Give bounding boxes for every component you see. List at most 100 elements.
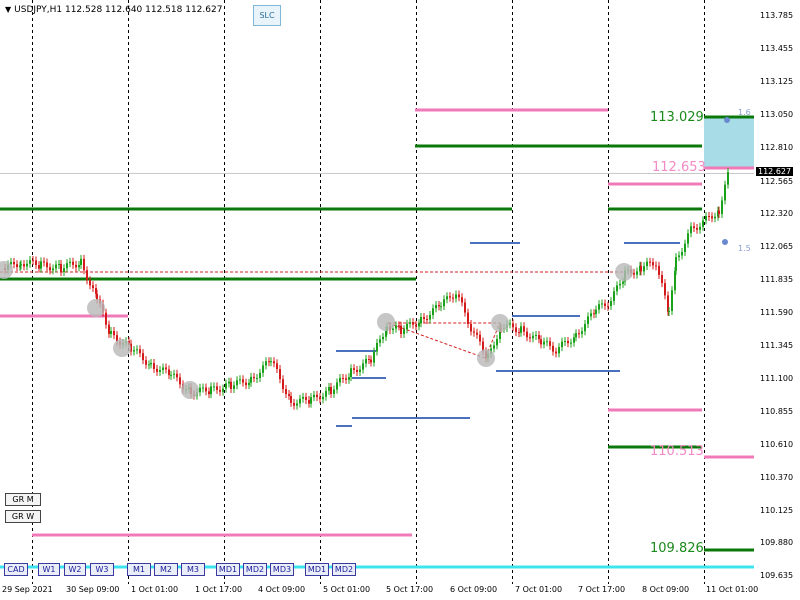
signal-circle (615, 263, 633, 281)
time-tick: 4 Oct 09:00 (258, 585, 306, 594)
candle-body (330, 387, 332, 394)
candle-body (467, 312, 469, 324)
candle-body (365, 359, 367, 364)
candle-body (403, 329, 405, 334)
candle-body (256, 377, 258, 379)
chart-canvas[interactable] (0, 0, 754, 584)
signal-circle (377, 313, 395, 331)
candle-body (350, 368, 352, 378)
tf-button-cad[interactable]: CAD (4, 563, 28, 576)
time-tick: 1 Oct 01:00 (131, 585, 179, 594)
tf-button-md2-b[interactable]: MD2 (332, 563, 356, 576)
price-tick: 112.810 (760, 143, 794, 152)
tf-button-m3[interactable]: M3 (181, 563, 205, 576)
candle-body (520, 326, 522, 333)
tf-button-w2[interactable]: W2 (64, 563, 86, 576)
candle-body (253, 376, 255, 379)
candle-body (302, 396, 304, 399)
candle-body (652, 262, 654, 266)
candle-body (476, 332, 478, 335)
candle-body (282, 379, 284, 390)
candle-body (604, 303, 606, 306)
candle-body (310, 397, 312, 404)
candle-body (552, 345, 554, 352)
candle-body (379, 339, 381, 343)
tf-button-m2[interactable]: M2 (154, 563, 178, 576)
candle-body (518, 332, 520, 334)
symbol-title: ▼ USDJPY,H1 112.528 112.640 112.518 112.6… (5, 5, 222, 15)
price-tick: 110.125 (760, 506, 794, 515)
candle-body (75, 264, 77, 268)
indicator-lines (0, 108, 754, 569)
time-axis[interactable]: 29 Sep 2021 30 Sep 09:00 1 Oct 01:00 1 O… (0, 584, 800, 600)
candle-body (664, 283, 666, 296)
candle-body (561, 341, 563, 348)
signal-circle (491, 314, 509, 332)
price-tick: 113.455 (760, 44, 794, 53)
candle-body (446, 296, 448, 300)
candle-body (693, 226, 695, 228)
candle-body (711, 216, 713, 219)
candle-body (153, 362, 155, 369)
candle-body (435, 304, 437, 309)
slc-button[interactable]: SLC (253, 5, 281, 26)
candle-body (208, 391, 210, 395)
signal-circle (477, 349, 495, 367)
signal-circle (181, 381, 199, 399)
candle-body (66, 263, 68, 269)
candle-body (432, 308, 434, 315)
time-tick: 8 Oct 09:00 (642, 585, 690, 594)
time-tick: 5 Oct 17:00 (386, 585, 434, 594)
candle-body (69, 261, 71, 264)
chart-plot-area[interactable]: ▼ USDJPY,H1 112.528 112.640 112.518 112.6… (0, 0, 754, 584)
candle-body (60, 263, 62, 272)
candle-body (279, 369, 281, 380)
side-label-1-6: 1.6 (738, 108, 751, 117)
candle-body (89, 280, 91, 286)
candle-body (395, 325, 397, 329)
candle-body (555, 351, 557, 354)
candle-body (714, 216, 716, 219)
candle-body (248, 382, 250, 386)
candle-body (108, 324, 110, 334)
tf-button-m1[interactable]: M1 (127, 563, 151, 576)
price-tick: 111.345 (760, 341, 794, 350)
gr-w-button[interactable]: GR W (5, 510, 41, 523)
gr-m-button[interactable]: GR M (5, 493, 41, 506)
candle-body (83, 258, 85, 271)
candle-body (529, 337, 531, 339)
candle-body (406, 323, 408, 330)
signal-circle (113, 339, 131, 357)
candle-body (49, 267, 51, 271)
candle-body (133, 350, 135, 352)
candle-body (464, 302, 466, 313)
tf-button-w1[interactable]: W1 (38, 563, 60, 576)
tf-button-md1[interactable]: MD1 (216, 563, 240, 576)
price-axis[interactable]: 113.785 113.455 113.125 113.050 112.810 … (754, 0, 800, 584)
candle-body (708, 216, 710, 218)
candle-body (322, 396, 324, 400)
candle-body (150, 362, 152, 365)
candle-body (35, 260, 37, 266)
candle-body (619, 283, 621, 286)
price-tick: 113.050 (760, 110, 794, 119)
candle-body (239, 379, 241, 381)
candle-body (276, 363, 278, 370)
candle-body (649, 261, 651, 263)
tf-button-md3[interactable]: MD3 (270, 563, 294, 576)
candle-body (373, 351, 375, 363)
candle-body (113, 331, 115, 336)
tf-button-md2[interactable]: MD2 (243, 563, 267, 576)
tf-button-md1-b[interactable]: MD1 (305, 563, 329, 576)
candle-body (96, 293, 98, 300)
candle-body (290, 395, 292, 403)
candle-body (288, 394, 290, 396)
candle-body (607, 305, 609, 307)
candle-body (578, 333, 580, 335)
candle-body (423, 316, 425, 320)
price-tick: 113.125 (760, 77, 794, 86)
tf-button-w3[interactable]: W3 (90, 563, 114, 576)
price-tick: 109.635 (760, 571, 794, 580)
candle-body (110, 331, 112, 334)
triangle-down-icon[interactable]: ▼ (5, 5, 11, 14)
